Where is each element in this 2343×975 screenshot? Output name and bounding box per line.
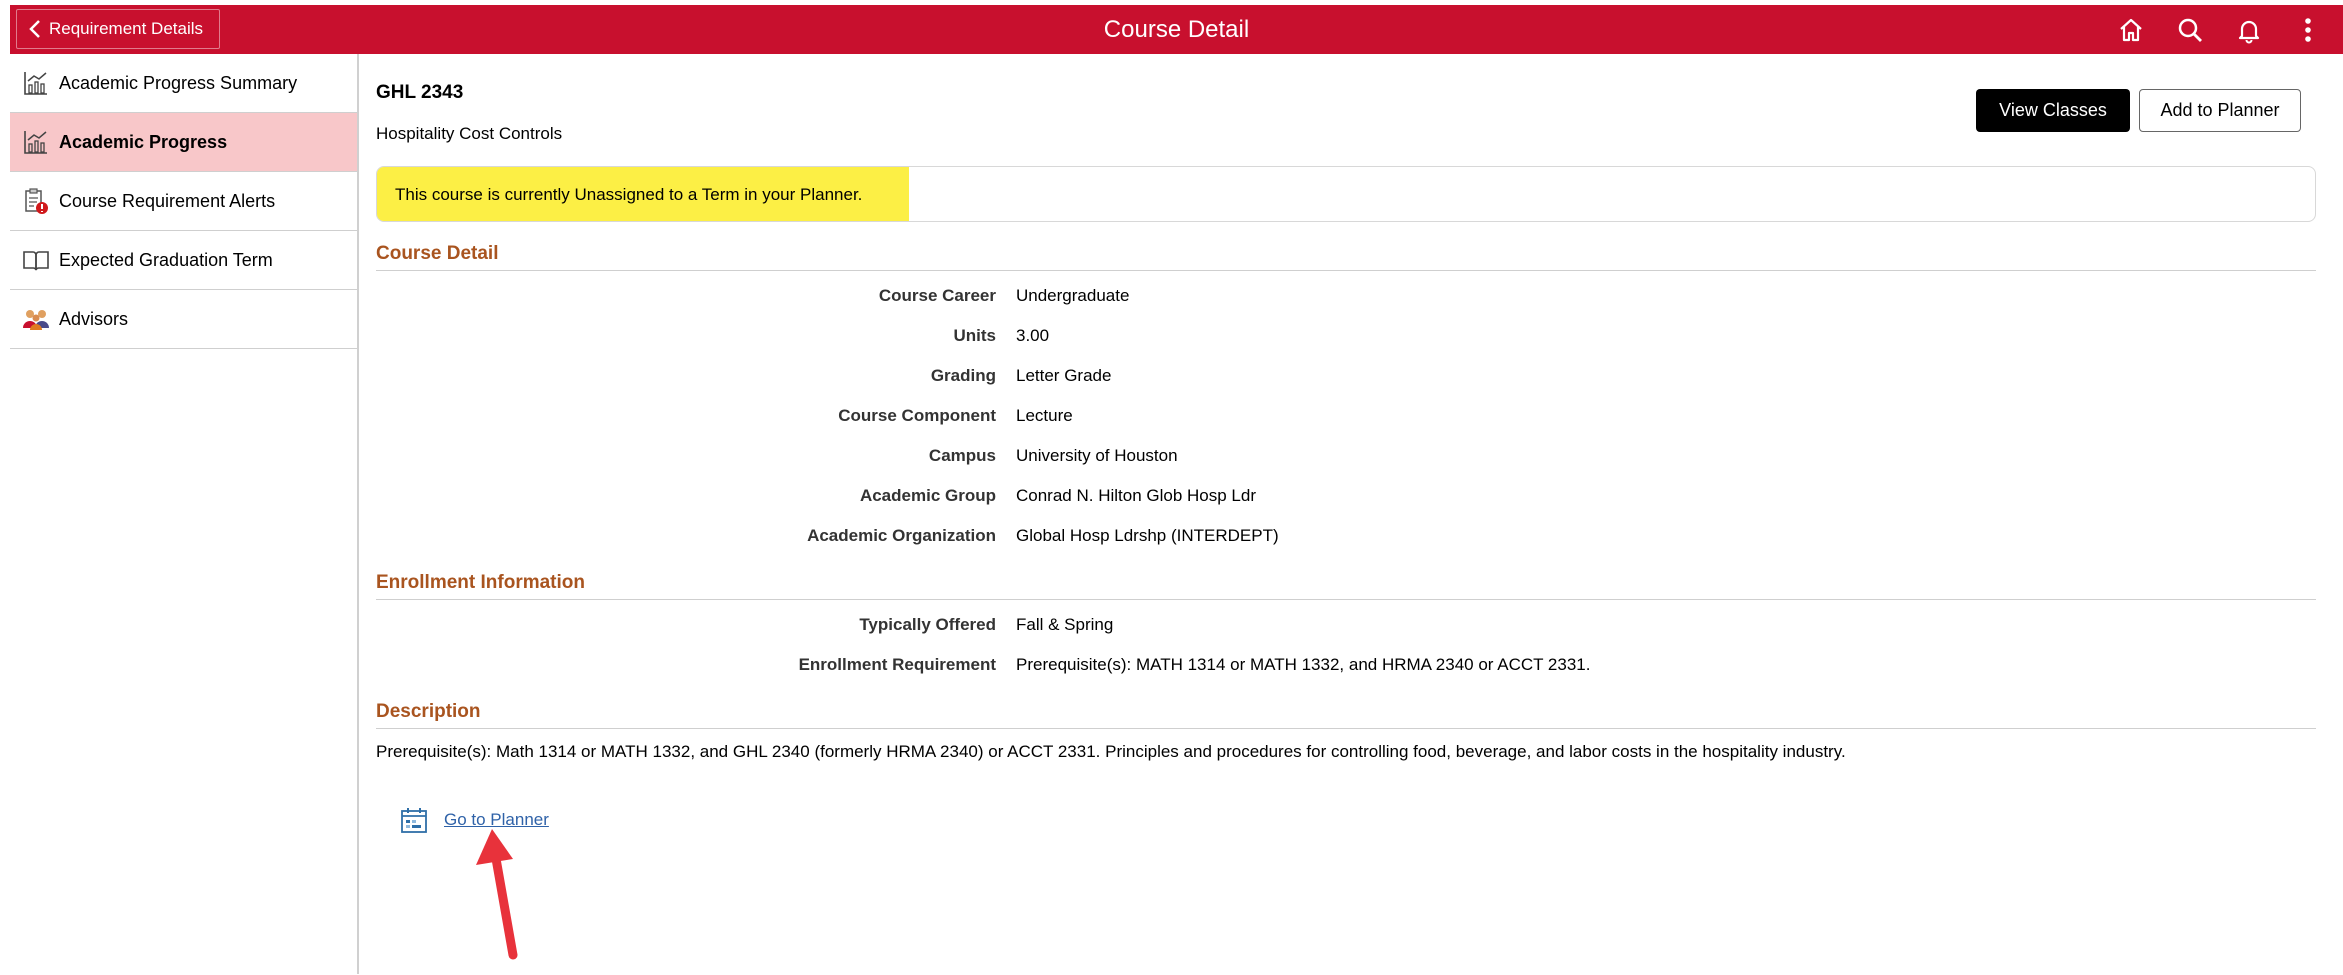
- sidebar-item-label: Academic Progress: [59, 131, 228, 152]
- sidebar-item-advisors[interactable]: Advisors: [10, 290, 357, 349]
- search-icon[interactable]: [2175, 15, 2205, 45]
- description-heading: Description: [376, 701, 2316, 729]
- detail-row: Course Component Lecture: [376, 406, 2276, 430]
- view-classes-button[interactable]: View Classes: [1976, 89, 2130, 132]
- detail-label: Course Component: [838, 406, 996, 425]
- planner-notice: This course is currently Unassigned to a…: [376, 166, 2316, 222]
- sidebar-item-expected-graduation-term[interactable]: Expected Graduation Term: [10, 231, 357, 290]
- red-arrow-annotation: [476, 829, 518, 960]
- sidebar-item-label: Advisors: [59, 308, 129, 329]
- detail-label: Course Career: [878, 286, 996, 305]
- detail-row: Course Career Undergraduate: [376, 286, 2276, 310]
- chart-icon: [22, 69, 50, 97]
- detail-value: 3.00: [1016, 326, 1050, 345]
- detail-value: Undergraduate: [1016, 286, 1130, 305]
- enrollment-row: Typically Offered Fall & Spring: [376, 615, 2276, 639]
- main-content: GHL 2343 Hospitality Cost Controls View …: [376, 54, 2318, 974]
- detail-label: Academic Group: [859, 486, 996, 505]
- detail-label: Units: [953, 326, 997, 345]
- enrollment-row: Enrollment Requirement Prerequisite(s): …: [376, 655, 2276, 679]
- course-code: GHL 2343: [376, 82, 464, 103]
- left-gutter: [0, 0, 10, 974]
- sidebar-item-course-requirement-alerts[interactable]: Course Requirement Alerts: [10, 172, 357, 231]
- detail-row: Academic Group Conrad N. Hilton Glob Hos…: [376, 486, 2276, 510]
- detail-row: Units 3.00: [376, 326, 2276, 350]
- detail-label: Campus: [928, 446, 996, 465]
- calendar-icon: [401, 808, 427, 833]
- sidebar: Academic Progress Summary Academic Progr…: [10, 54, 359, 974]
- bell-icon[interactable]: [2234, 15, 2264, 45]
- planner-notice-text: This course is currently Unassigned to a…: [377, 167, 909, 221]
- course-title: Hospitality Cost Controls: [376, 124, 563, 143]
- detail-row: Grading Letter Grade: [376, 366, 2276, 390]
- enrollment-label: Typically Offered: [859, 615, 996, 634]
- detail-value: Global Hosp Ldrshp (INTERDEPT): [1016, 526, 1279, 545]
- enrollment-label: Enrollment Requirement: [798, 655, 996, 674]
- detail-row: Academic Organization Global Hosp Ldrshp…: [376, 526, 2276, 550]
- home-icon[interactable]: [2116, 15, 2146, 45]
- sidebar-item-academic-progress[interactable]: Academic Progress: [10, 113, 357, 172]
- chart-icon: [22, 128, 50, 156]
- book-icon: [22, 246, 50, 274]
- detail-row: Campus University of Houston: [376, 446, 2276, 470]
- detail-value: Lecture: [1016, 406, 1073, 425]
- back-button-label: Requirement Details: [49, 19, 204, 38]
- detail-label: Grading: [930, 366, 996, 385]
- enrollment-value: Fall & Spring: [1016, 615, 1114, 634]
- enrollment-value: Prerequisite(s): MATH 1314 or MATH 1332,…: [1016, 655, 1591, 674]
- detail-value: Letter Grade: [1016, 366, 1112, 385]
- detail-value: Conrad N. Hilton Glob Hosp Ldr: [1016, 486, 1257, 505]
- sidebar-item-label: Expected Graduation Term: [59, 249, 273, 270]
- app-header: Requirement Details Course Detail: [10, 5, 2343, 54]
- more-icon[interactable]: [2293, 15, 2323, 45]
- detail-value: University of Houston: [1016, 446, 1178, 465]
- sidebar-item-label: Course Requirement Alerts: [59, 190, 276, 211]
- people-icon: [22, 305, 50, 333]
- alert-clipboard-icon: [22, 187, 50, 215]
- add-to-planner-button[interactable]: Add to Planner: [2139, 89, 2301, 132]
- requirement-details-back-button[interactable]: Requirement Details: [16, 9, 220, 49]
- course-detail-heading: Course Detail: [376, 243, 2316, 271]
- description-text: Prerequisite(s): Math 1314 or MATH 1332,…: [376, 742, 1846, 761]
- enrollment-heading: Enrollment Information: [376, 572, 2316, 600]
- sidebar-item-label: Academic Progress Summary: [59, 72, 298, 93]
- page-title: Course Detail: [1103, 16, 1250, 43]
- detail-label: Academic Organization: [807, 526, 996, 545]
- chevron-left-icon: [29, 20, 40, 38]
- sidebar-item-academic-progress-summary[interactable]: Academic Progress Summary: [10, 54, 357, 113]
